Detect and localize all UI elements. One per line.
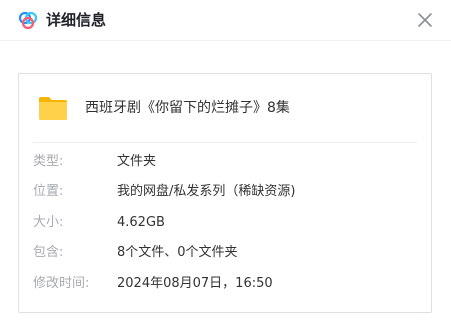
detail-label: 修改时间:	[33, 276, 90, 291]
close-icon[interactable]	[415, 10, 435, 30]
detail-label: 包含:	[33, 245, 64, 260]
detail-label: 类型:	[33, 154, 64, 169]
file-name: 西班牙剧《你留下的烂摊子》8集	[85, 100, 290, 116]
dialog-title: 详细信息	[46, 11, 107, 29]
folder-icon	[39, 97, 67, 120]
detail-row-type: 类型: 文件夹	[19, 152, 433, 172]
detail-label: 位置:	[33, 184, 64, 199]
detail-row-modified: 修改时间: 2024年08月07日，16:50	[19, 274, 433, 294]
baidu-netdisk-cloud-icon	[18, 11, 38, 30]
detail-value: 文件夹	[117, 154, 157, 169]
details-card: 西班牙剧《你留下的烂摊子》8集 类型: 文件夹 位置: 我的网盘/私发系列（稀缺…	[18, 73, 432, 313]
detail-value: 8个文件、0个文件夹	[117, 245, 238, 260]
detail-row-location: 位置: 我的网盘/私发系列（稀缺资源)	[19, 182, 433, 202]
file-header: 西班牙剧《你留下的烂摊子》8集	[19, 74, 433, 142]
divider	[33, 142, 417, 143]
file-details-dialog: 详细信息 西班牙剧《你留下的烂摊子》8集 类型: 文件夹 位置: 我的网盘/私发…	[0, 0, 451, 333]
detail-row-size: 大小: 4.62GB	[19, 213, 433, 233]
detail-value: 我的网盘/私发系列（稀缺资源)	[117, 184, 296, 199]
detail-value: 4.62GB	[117, 215, 165, 230]
dialog-header: 详细信息	[0, 0, 451, 41]
detail-value: 2024年08月07日，16:50	[117, 276, 273, 291]
detail-label: 大小:	[33, 215, 64, 230]
detail-row-contains: 包含: 8个文件、0个文件夹	[19, 243, 433, 263]
